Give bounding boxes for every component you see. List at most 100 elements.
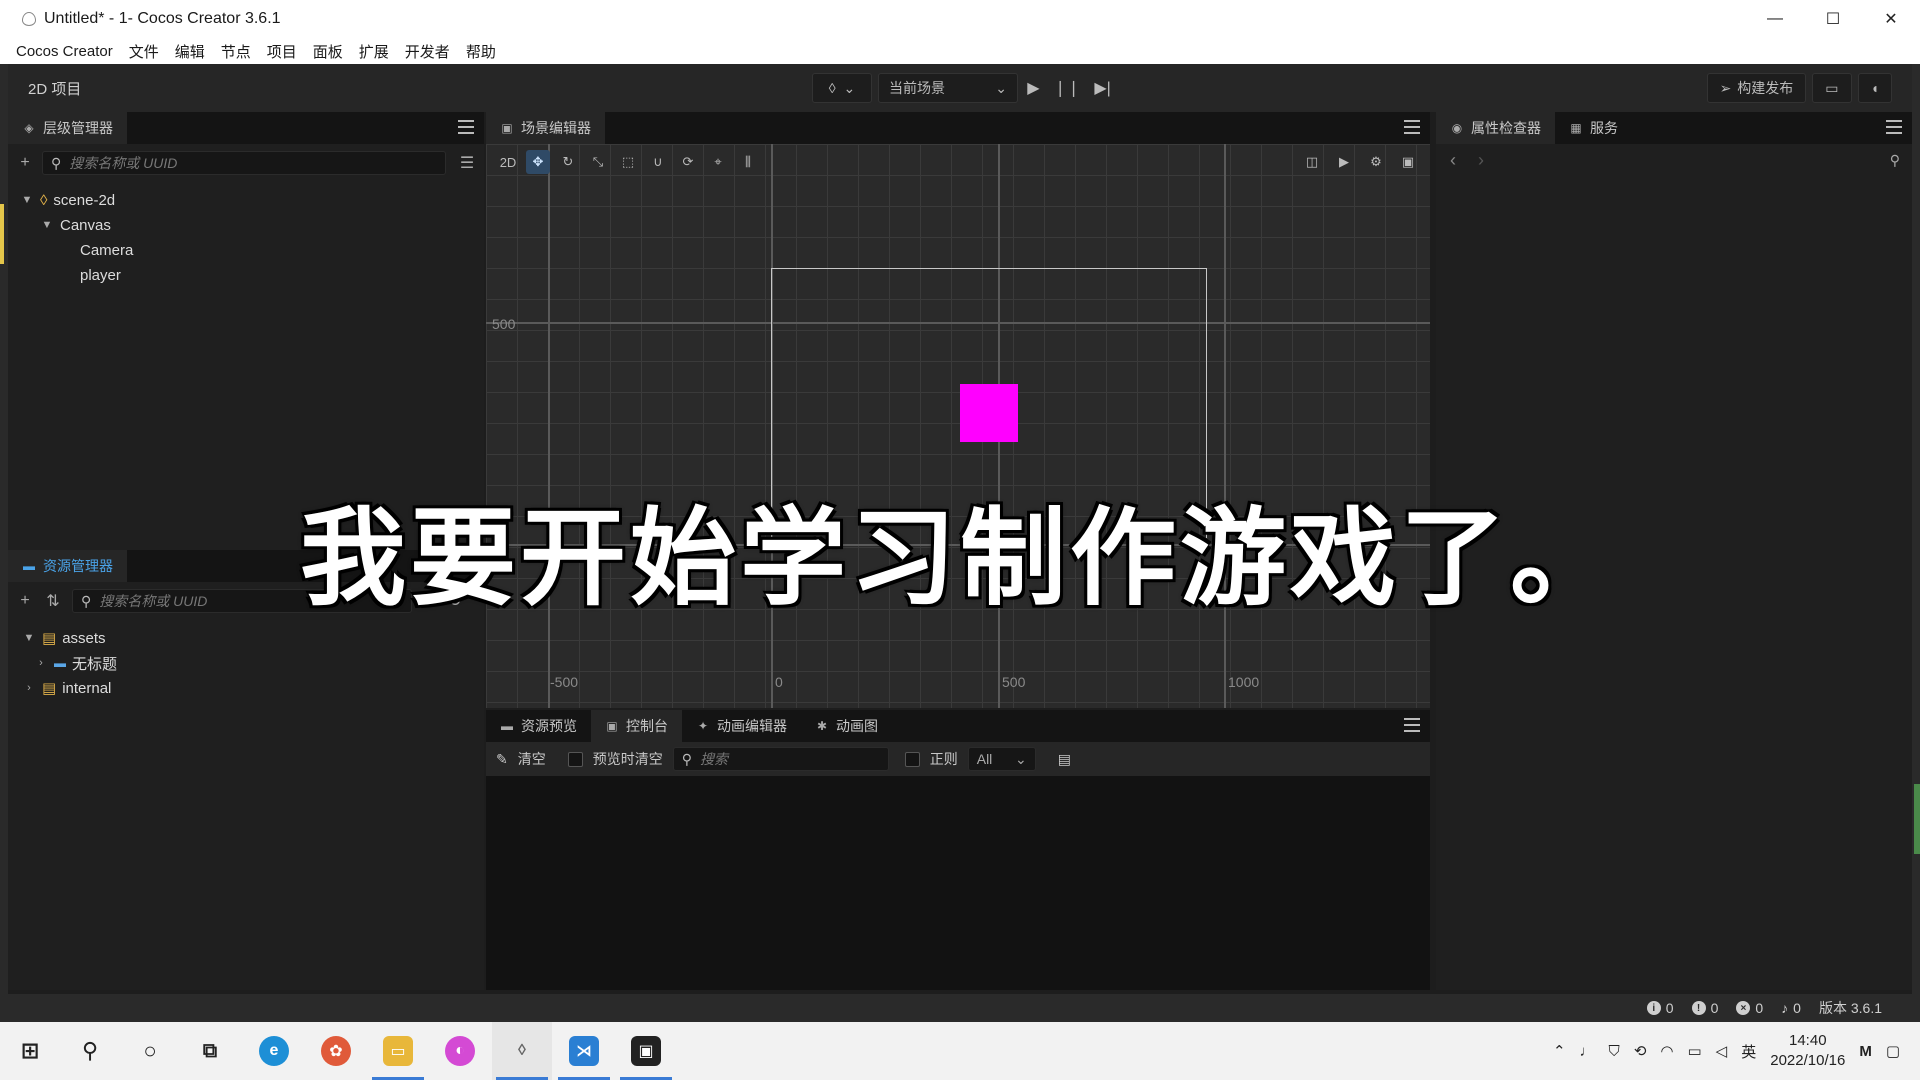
gear-icon[interactable]: ⚙ <box>1364 150 1388 174</box>
chevron-down-icon[interactable]: ▼ <box>40 219 54 231</box>
transform-space-icon[interactable]: ⟳ <box>676 150 700 174</box>
tree-node-scene[interactable]: ▼ ◊ scene-2d <box>8 188 484 212</box>
forward-arrow-icon[interactable]: › <box>1478 150 1484 171</box>
play-icon[interactable]: ▶ <box>1027 78 1039 98</box>
player-sprite[interactable] <box>960 384 1018 442</box>
build-button[interactable]: ➢ 构建发布 <box>1706 73 1807 103</box>
step-icon[interactable]: ▶| <box>1094 78 1110 98</box>
clear-on-preview-checkbox[interactable] <box>567 751 583 767</box>
chevron-down-icon[interactable]: ▼ <box>22 632 36 644</box>
console-output[interactable] <box>486 776 1430 990</box>
tab-hierarchy[interactable]: ◈ 层级管理器 <box>8 112 127 144</box>
viewport-layout-icon[interactable]: ◫ <box>1300 150 1324 174</box>
log-file-icon[interactable]: ▤ <box>1058 751 1071 768</box>
tab-label: 动画编辑器 <box>717 718 787 734</box>
regex-checkbox[interactable] <box>904 751 920 767</box>
windows-start-icon[interactable]: ⊞ <box>0 1022 60 1080</box>
menu-help[interactable]: 帮助 <box>466 41 496 62</box>
maximize-button[interactable]: ☐ <box>1804 0 1862 38</box>
edge-browser-icon[interactable]: e <box>244 1022 304 1080</box>
tree-node-canvas[interactable]: ▼ Canvas <box>8 213 484 237</box>
menu-node[interactable]: 节点 <box>221 41 251 62</box>
tab-animation-graph[interactable]: ✱ 动画图 <box>801 710 892 742</box>
chevron-down-icon[interactable]: ▼ <box>20 194 34 206</box>
console-menu-icon[interactable] <box>1404 718 1420 732</box>
snap-tool-icon[interactable]: ∪ <box>646 150 670 174</box>
paint-app-icon[interactable]: ✿ <box>306 1022 366 1080</box>
main-toolbar: 2D 项目 ◊ ⌄ 当前场景 ⌄ ▶ ❘❘ ▶| ➢ 构建发布 ▭ ◖ <box>8 64 1912 112</box>
open-folder-button[interactable]: ▭ <box>1812 73 1852 103</box>
file-explorer-icon[interactable]: ▭ <box>368 1022 428 1080</box>
sync-icon[interactable]: ⟲ <box>1634 1042 1647 1060</box>
scene-select[interactable]: 当前场景 ⌄ <box>878 73 1018 103</box>
user-button[interactable]: ◖ <box>1857 73 1892 103</box>
gizmo-icon[interactable]: ▣ <box>1396 150 1420 174</box>
status-error[interactable]: × 0 <box>1736 1000 1763 1016</box>
cocos-dashboard-icon[interactable]: ▣ <box>616 1022 676 1080</box>
scene-menu-icon[interactable] <box>1404 120 1420 134</box>
chevron-right-icon[interactable]: › <box>34 657 48 669</box>
console-search-input[interactable]: ⚲ 搜索 <box>672 747 889 771</box>
tab-inspector[interactable]: ◉ 属性检查器 <box>1436 112 1555 144</box>
tab-animation-editor[interactable]: ✦ 动画编辑器 <box>682 710 801 742</box>
clock[interactable]: 14:40 2022/10/16 <box>1770 1031 1845 1071</box>
notification-icon[interactable]: ▢ <box>1886 1042 1900 1060</box>
asset-db-internal[interactable]: › ▤ internal <box>8 676 484 700</box>
status-info[interactable]: i 0 <box>1646 1000 1674 1016</box>
shield-icon[interactable]: ⛉ <box>1609 1043 1620 1060</box>
status-notify[interactable]: ♪ 0 <box>1781 1000 1801 1016</box>
rect-tool-icon[interactable]: ⬚ <box>616 150 640 174</box>
rotate-tool-icon[interactable]: ↻ <box>556 150 580 174</box>
mode-2d-toggle[interactable]: 2D <box>496 150 520 174</box>
log-level-select[interactable]: All ⌄ <box>967 747 1036 771</box>
microphone-icon[interactable]: ♩ <box>1580 1043 1595 1060</box>
search-icon[interactable]: ⚲ <box>60 1022 120 1080</box>
add-node-icon[interactable]: + <box>14 152 36 174</box>
pause-icon[interactable]: ❘❘ <box>1054 78 1081 98</box>
move-tool-icon[interactable]: ✥ <box>526 150 550 174</box>
tree-node-camera[interactable]: Camera <box>8 238 484 262</box>
hierarchy-menu-icon[interactable] <box>458 120 474 134</box>
color-wheel-app-icon[interactable]: ◐ <box>430 1022 490 1080</box>
ime-indicator[interactable]: 英 <box>1741 1041 1756 1062</box>
tab-console[interactable]: ▣ 控制台 <box>591 710 682 742</box>
menu-extension[interactable]: 扩展 <box>359 41 389 62</box>
volume-icon[interactable]: ◁ <box>1716 1042 1728 1060</box>
task-view-icon[interactable]: ⧉ <box>180 1022 240 1080</box>
menu-project[interactable]: 项目 <box>267 41 297 62</box>
meet-now-icon[interactable]: M <box>1859 1043 1872 1060</box>
scale-tool-icon[interactable]: ⤡ <box>586 150 610 174</box>
back-arrow-icon[interactable]: ‹ <box>1450 150 1456 171</box>
clear-button[interactable]: 清空 <box>518 749 546 769</box>
tree-node-player[interactable]: player <box>8 263 484 287</box>
cortana-icon[interactable]: ○ <box>120 1022 180 1080</box>
inspector-menu-icon[interactable] <box>1886 120 1902 134</box>
preview-platform-select[interactable]: ◊ ⌄ <box>812 73 872 103</box>
tab-services[interactable]: ▦ 服务 <box>1555 112 1632 144</box>
list-view-icon[interactable]: ☰ <box>456 152 478 174</box>
cocos-creator-taskbar-icon[interactable]: ◊ <box>492 1022 552 1080</box>
close-button[interactable]: ✕ <box>1862 0 1920 38</box>
tab-scene-editor[interactable]: ▣ 场景编辑器 <box>486 112 605 144</box>
menu-panel[interactable]: 面板 <box>313 41 343 62</box>
pin-icon[interactable]: ⚲ <box>1890 152 1900 169</box>
minimize-button[interactable]: — <box>1746 0 1804 38</box>
menu-edit[interactable]: 编辑 <box>175 41 205 62</box>
chevron-right-icon[interactable]: › <box>22 682 36 694</box>
camera-icon[interactable]: ▶ <box>1332 150 1356 174</box>
battery-icon[interactable]: ▭ <box>1687 1042 1701 1060</box>
scrollbar-thumb[interactable] <box>1914 784 1920 854</box>
pivot-icon[interactable]: ⌖ <box>706 150 730 174</box>
menu-file[interactable]: 文件 <box>129 41 159 62</box>
asset-db-assets[interactable]: ▼ ▤ assets <box>8 626 484 650</box>
wifi-icon[interactable]: ◠ <box>1660 1042 1673 1060</box>
menu-cocos-creator[interactable]: Cocos Creator <box>16 43 113 60</box>
hierarchy-search-input[interactable]: ⚲ 搜索名称或 UUID <box>42 151 446 175</box>
status-warn[interactable]: ! 0 <box>1691 1000 1718 1016</box>
chevron-up-icon[interactable]: ⌃ <box>1553 1042 1566 1060</box>
asset-untitled[interactable]: › ▬ 无标题 <box>8 651 484 675</box>
tab-asset-preview[interactable]: ▬ 资源预览 <box>486 710 591 742</box>
menu-developer[interactable]: 开发者 <box>405 41 450 62</box>
vscode-icon[interactable]: ⋊ <box>554 1022 614 1080</box>
align-tool-icon[interactable]: ⫼ <box>736 150 760 174</box>
